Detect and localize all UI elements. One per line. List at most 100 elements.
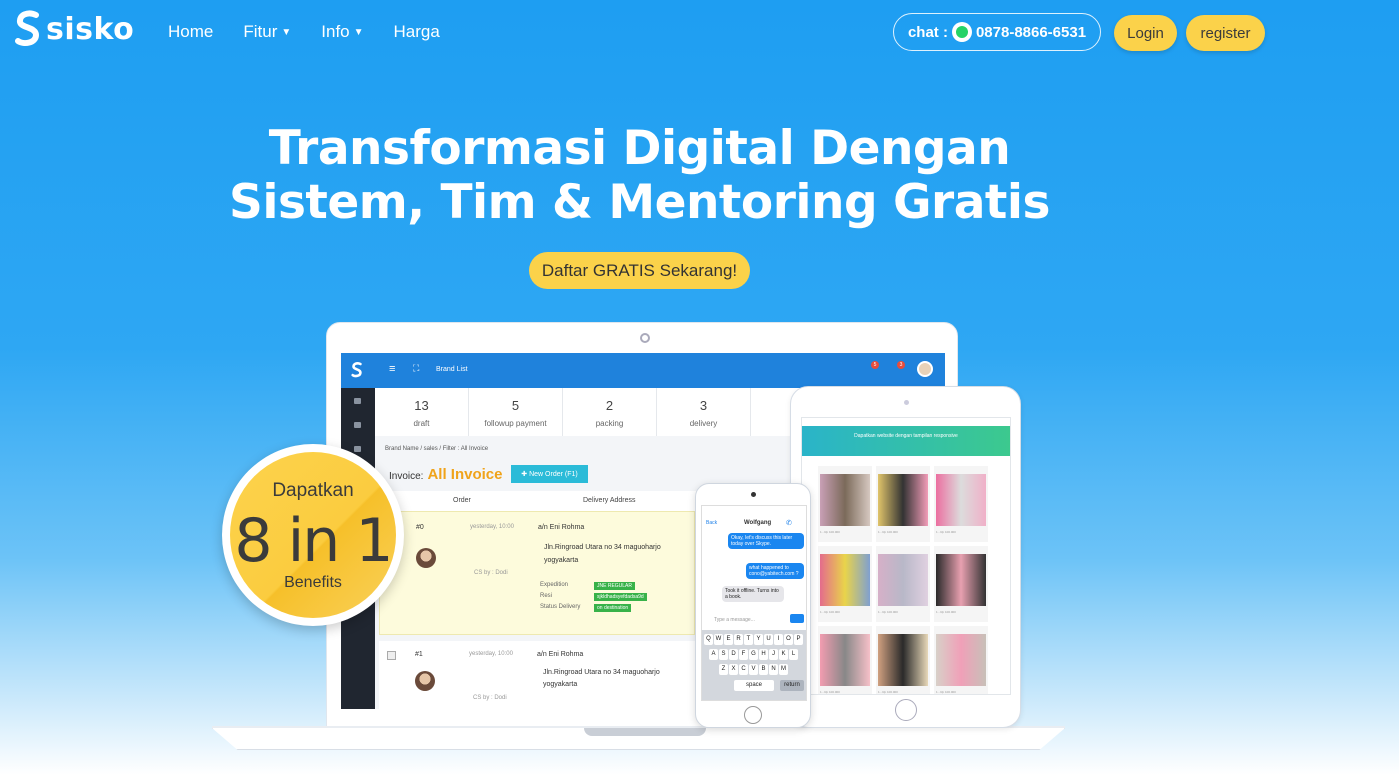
key: J	[769, 649, 778, 660]
key: E	[724, 634, 733, 645]
badge-bottom-text: Benefits	[284, 574, 342, 591]
product-card[interactable]: 1 - Rp 100.000	[934, 546, 988, 622]
register-button[interactable]: register	[1186, 15, 1265, 51]
key: T	[744, 634, 753, 645]
badge-top-text: Dapatkan	[272, 480, 354, 501]
brand-logo[interactable]: sisko	[14, 10, 134, 48]
stat-label: followup payment	[484, 419, 547, 428]
brand-name: sisko	[46, 11, 135, 47]
stat-value: 5	[511, 398, 520, 413]
stat-label: packing	[595, 419, 624, 428]
table-row[interactable]: #1 yesterday, 10:00 a/n Eni Rohma Jln.Ri…	[379, 641, 695, 709]
product-price: 1 - Rp 100.000	[936, 530, 956, 534]
app-topbar: ≡ ⛶ Brand List 5 3	[341, 353, 945, 388]
product-card[interactable]: 1 - Rp 100.000	[818, 466, 872, 542]
stat-label: draft	[413, 419, 430, 428]
key: P	[794, 634, 803, 645]
nav-info[interactable]: Info ▼	[321, 22, 363, 42]
login-button[interactable]: Login	[1114, 15, 1177, 51]
product-card[interactable]: 1 - Rp 100.000	[876, 466, 930, 542]
product-image	[820, 474, 870, 526]
cart-icon	[354, 422, 361, 428]
product-card[interactable]: 1 - Rp 100.000	[818, 546, 872, 622]
chat-contact-name: Wolfgang	[744, 520, 772, 526]
hero-headline: Transformasi Digital Dengan Sistem, Tim …	[0, 122, 1279, 230]
key: X	[729, 664, 738, 675]
product-image	[878, 554, 928, 606]
address-line1: Jln.Ringroad Utara no 34 maguoharjo	[544, 544, 661, 551]
resi-tag: sjkldhadsyefdadsa9d	[594, 593, 647, 601]
chat-bubble-sent: what happened to cono@yabitech.com ?	[746, 563, 804, 579]
brand-list-dropdown: Brand List	[436, 366, 468, 373]
stat-followup: 5 followup payment	[469, 388, 563, 436]
chat-prefix: chat :	[907, 23, 948, 41]
stat-label: delivery	[689, 419, 718, 428]
chat-bubble-sent: Okay, let's discuss this later today ove…	[728, 533, 804, 549]
stat-delivery: 3 delivery	[657, 388, 751, 436]
order-id: #1	[415, 651, 423, 658]
product-grid: 1 - Rp 100.000 1 - Rp 100.000 1 - Rp 100…	[818, 466, 992, 694]
key: H	[759, 649, 768, 660]
phone-keyboard: Q W E R T Y U I O P A S D F G H J K L Z …	[702, 630, 806, 700]
product-card[interactable]: 1 - Rp 100.000	[934, 626, 988, 694]
status-label: Status Delivery	[540, 604, 581, 610]
stat-value: 13	[414, 398, 429, 413]
row-checkbox[interactable]	[387, 651, 396, 660]
nav-harga[interactable]: Harga	[394, 22, 440, 42]
badge-big-text: 8 in 1	[234, 506, 393, 576]
key: W	[714, 634, 723, 645]
product-image	[936, 554, 986, 606]
benefits-badge-inner: Dapatkan 8 in 1 Benefits	[230, 452, 396, 618]
order-id: #0	[416, 524, 424, 531]
product-price: 1 - Rp 100.000	[820, 690, 840, 694]
product-price: 1 - Rp 100.000	[878, 690, 898, 694]
phone-mockup: Back Wolfgang ✆ Okay, let's discuss this…	[695, 483, 811, 728]
breadcrumb: Brand Name / sales / Filter : All Invoic…	[385, 446, 489, 452]
laptop-notch	[584, 728, 706, 736]
caret-down-icon: ▼	[353, 27, 364, 39]
hero-title-line2: Sistem, Tim & Mentoring Gratis	[229, 175, 1050, 230]
chat-bubble-received: Took it offline. Turns into a book.	[722, 586, 784, 602]
key: F	[739, 649, 748, 660]
col-order[interactable]: Order	[453, 497, 471, 504]
whatsapp-chat-button[interactable]: chat : 0878-8866-6531	[893, 13, 1101, 51]
key: O	[784, 634, 793, 645]
product-price: 1 - Rp 100.000	[878, 610, 898, 614]
status-tag: on destination	[594, 604, 632, 612]
expedition-tag: JNE REGULAR	[594, 582, 636, 590]
key: N	[769, 664, 778, 675]
hero-title-line1: Transformasi Digital Dengan	[268, 121, 1011, 176]
product-card[interactable]: 1 - Rp 100.000	[876, 546, 930, 622]
key: G	[749, 649, 758, 660]
dashboard-icon	[354, 398, 361, 404]
nav-home[interactable]: Home	[168, 22, 213, 42]
stat-draft: 13 draft	[375, 388, 469, 436]
customer-avatar	[416, 548, 436, 568]
table-row[interactable]: #0 yesterday, 10:00 a/n Eni Rohma Jln.Ri…	[379, 511, 695, 635]
resi-label: Resi	[540, 593, 553, 599]
cs-by: CS by : Dodi	[473, 695, 507, 701]
stat-value: 2	[605, 398, 614, 413]
new-order-button[interactable]: ✚ New Order (F1)	[511, 465, 588, 483]
phone-speaker	[751, 492, 756, 497]
stat-value: 3	[699, 398, 708, 413]
key: U	[764, 634, 773, 645]
tablet-camera	[904, 400, 909, 405]
address-line2: yogyakarta	[543, 681, 578, 688]
notif-badge-2: 3	[897, 361, 905, 369]
expedition-label: Expedition	[540, 582, 569, 588]
product-card[interactable]: 1 - Rp 100.000	[876, 626, 930, 694]
main-menu: Home Fitur ▼ Info ▼ Harga	[168, 22, 440, 42]
product-card[interactable]: 1 - Rp 100.000	[818, 626, 872, 694]
product-image	[878, 474, 928, 526]
tablet-mockup: Dapatkan website dengan tampilan respons…	[790, 386, 1021, 728]
product-card[interactable]: 1 - Rp 100.000	[934, 466, 988, 542]
caret-down-icon: ▼	[281, 27, 292, 39]
customer-avatar	[415, 671, 435, 691]
nav-fitur[interactable]: Fitur ▼	[243, 22, 291, 42]
order-time: yesterday, 10:00	[469, 651, 513, 657]
phone-call-icon: ✆	[786, 520, 792, 527]
user-icon	[354, 446, 361, 452]
benefits-badge: Dapatkan 8 in 1 Benefits	[222, 444, 404, 626]
signup-cta-button[interactable]: Daftar GRATIS Sekarang!	[529, 252, 750, 289]
